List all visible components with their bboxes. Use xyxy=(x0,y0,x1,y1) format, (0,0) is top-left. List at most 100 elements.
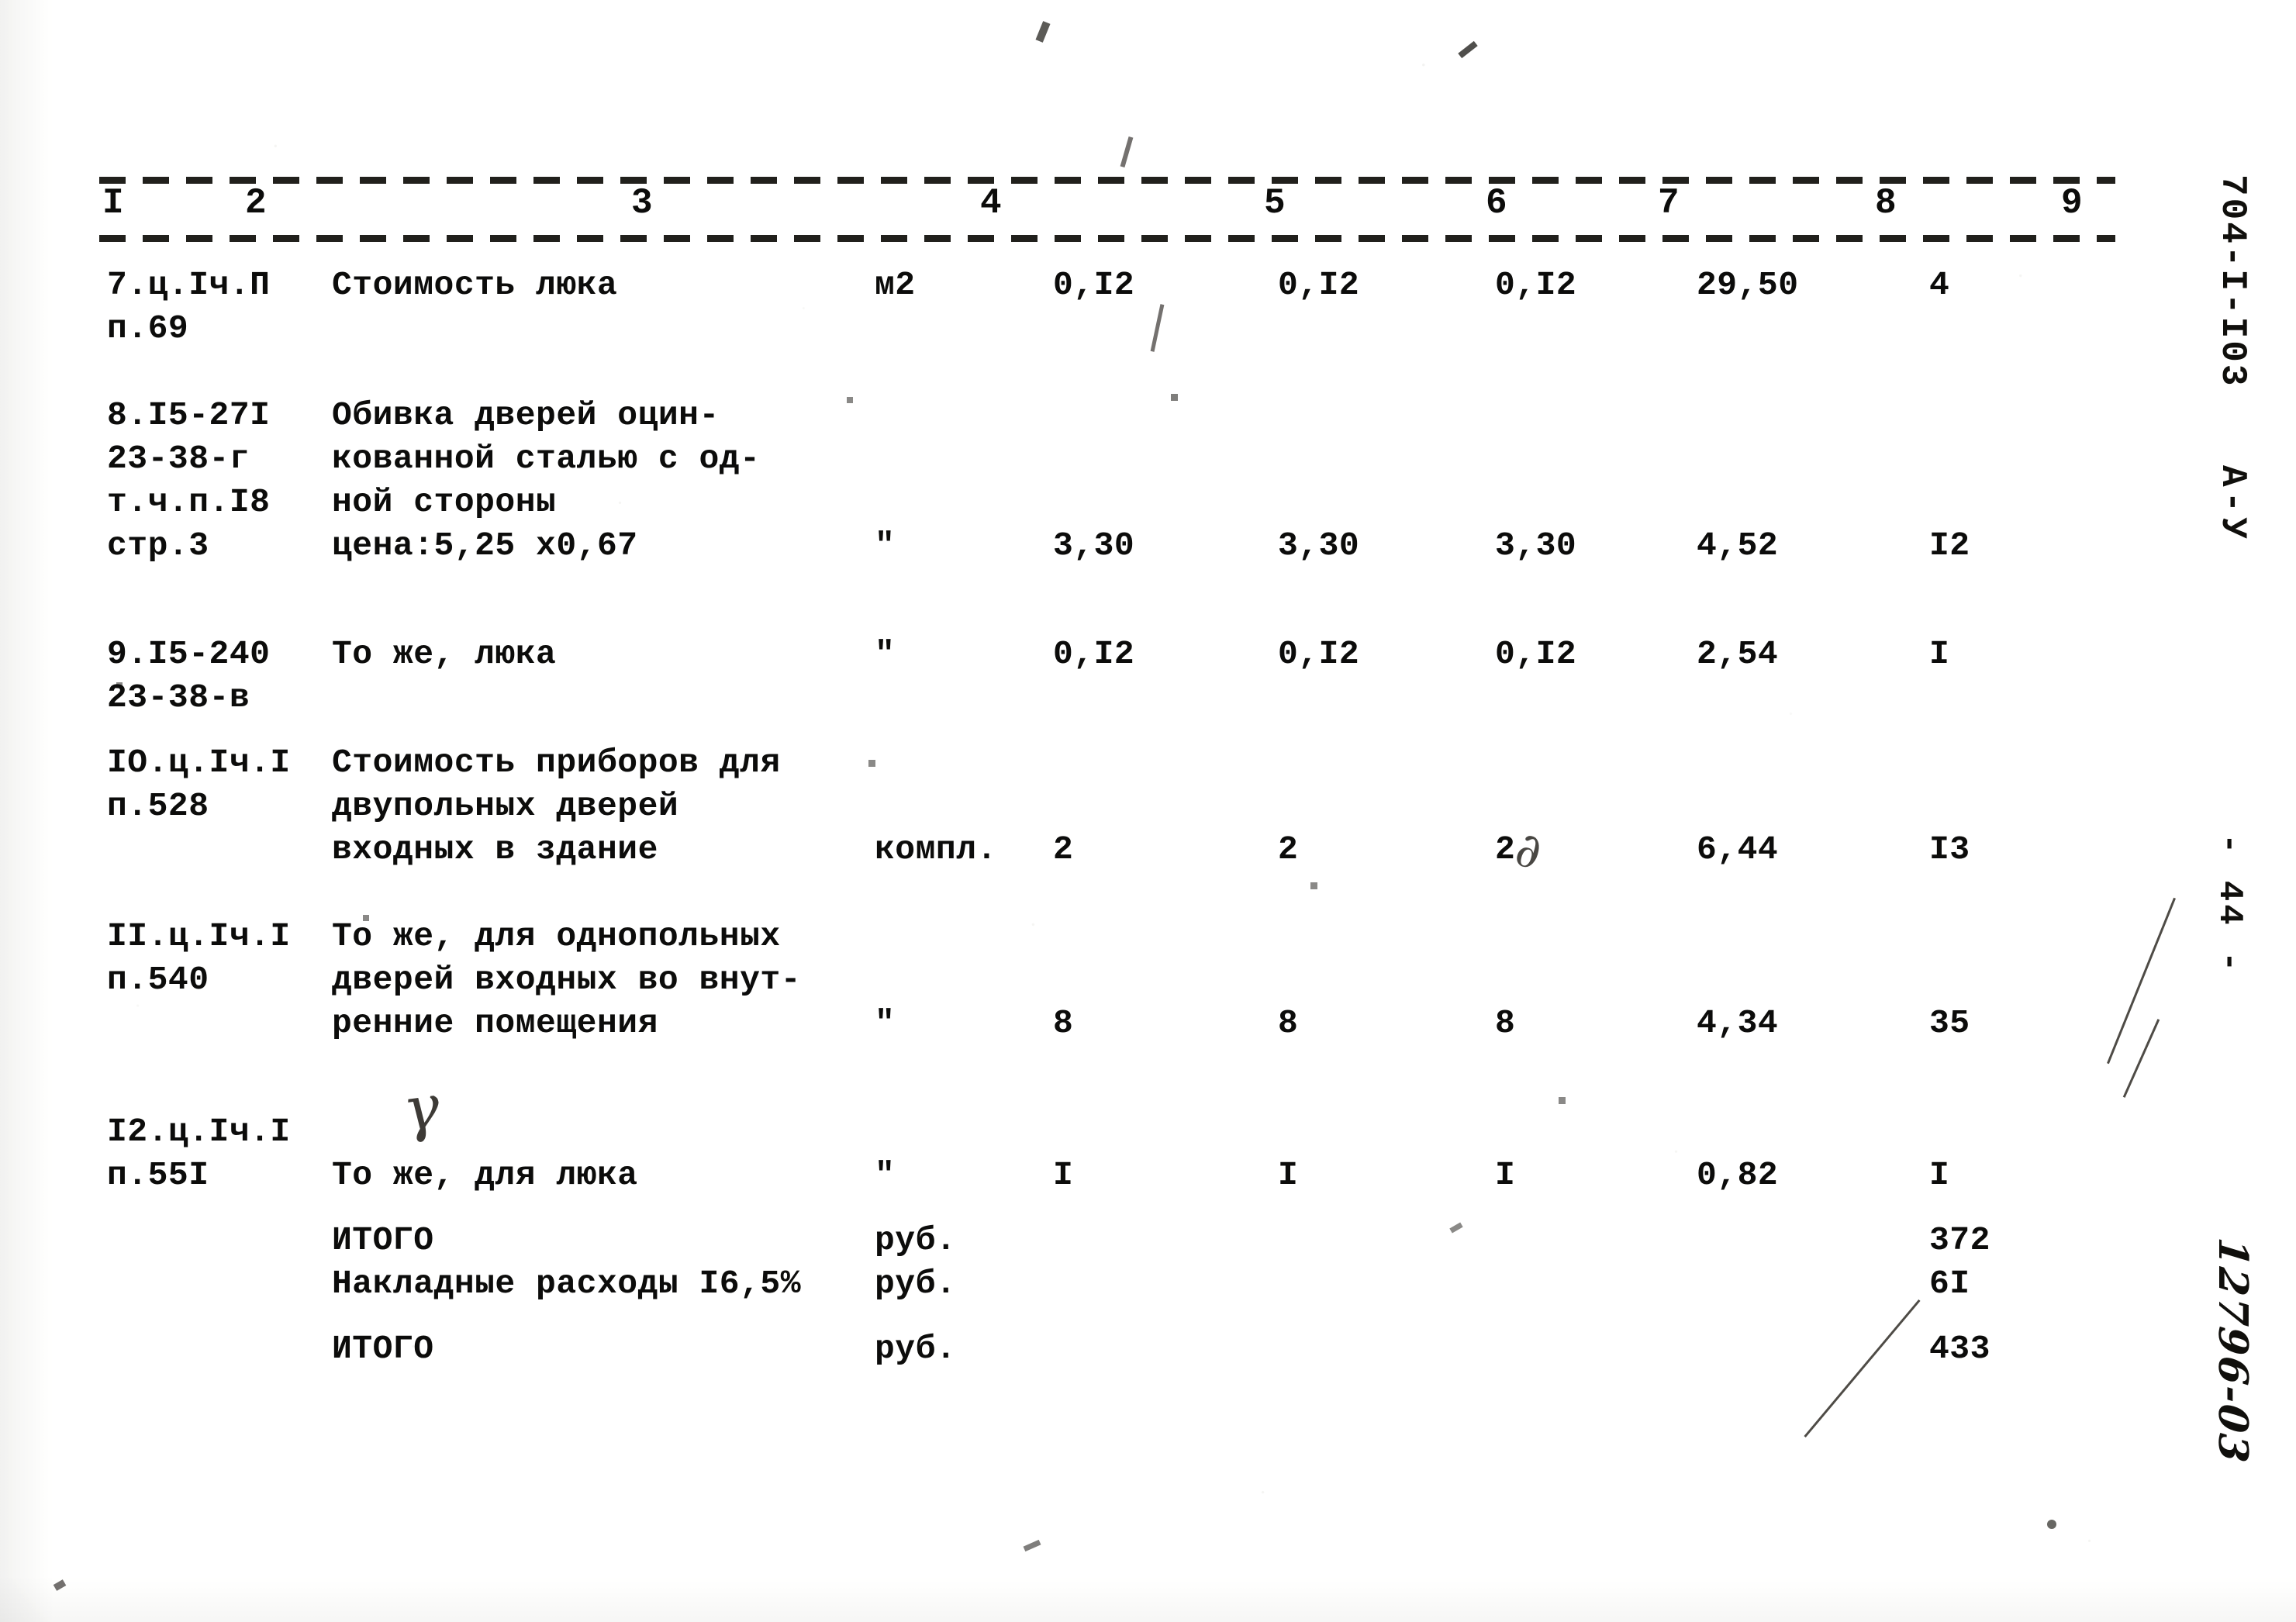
summary-unit: руб. xyxy=(875,1221,957,1259)
summary-blank-c7 xyxy=(1697,1219,1929,1262)
row-gap xyxy=(99,1089,2115,1110)
margin-handwritten-code: 12796-03 xyxy=(2209,1235,2256,1466)
table-row: II.ц.Iч.I п.540 То же, для однопольных д… xyxy=(99,915,2115,1045)
summary-blank xyxy=(99,1327,332,1371)
summary-label: ИТОГО xyxy=(332,1330,434,1368)
ink-speck xyxy=(1120,136,1134,168)
row-value-col5: I xyxy=(1053,1156,1074,1194)
row-description: То же, для люка xyxy=(332,1156,638,1194)
summary-total: 433 xyxy=(1929,1330,1990,1368)
row-code: II.ц.Iч.I п.540 xyxy=(107,917,291,999)
table-row: 7.ц.Iч.П п.69 Стоимость люка м2 0,I2 0,I… xyxy=(99,264,2115,350)
row-value-col8: 0,82 xyxy=(1697,1156,1779,1194)
ink-speck xyxy=(53,1579,67,1591)
row-unit: " xyxy=(875,526,896,564)
table-row: 9.I5-240 23-38-в То же, люка " 0,I2 0,I2… xyxy=(99,633,2115,720)
summary-unit: руб. xyxy=(875,1265,957,1303)
row-code: I2.ц.Iч.I п.55I xyxy=(107,1113,291,1194)
summary-blank xyxy=(99,1219,332,1262)
row-description: Стоимость приборов для двупольных дверей… xyxy=(332,744,781,868)
row-gap xyxy=(99,871,2115,915)
summary-blank-c4 xyxy=(1053,1262,1278,1306)
summary-blank-c5 xyxy=(1278,1262,1495,1306)
row-value-col7: 0,I2 xyxy=(1495,266,1577,304)
row-value-col7: 8 xyxy=(1495,1004,1516,1042)
row-value-col9: 4 xyxy=(1929,266,1950,304)
pencil-stroke xyxy=(2122,1019,2160,1098)
summary-unit: руб. xyxy=(875,1330,957,1368)
row-unit: " xyxy=(875,635,896,673)
scan-edge-shadow xyxy=(0,0,54,1622)
row-gap xyxy=(99,1197,2115,1219)
summary-blank-c6 xyxy=(1495,1327,1697,1371)
row-unit: м2 xyxy=(875,266,916,304)
row-value-col6: 0,I2 xyxy=(1278,266,1360,304)
row-value-col5: 3,30 xyxy=(1053,526,1135,564)
row-value-col6: I xyxy=(1278,1156,1299,1194)
summary-row: Накладные расходы I6,5% руб. 6I xyxy=(99,1262,2115,1306)
summary-blank-c6 xyxy=(1495,1219,1697,1262)
column-header-4: 4 xyxy=(980,183,1003,223)
summary-blank-c6 xyxy=(1495,1262,1697,1306)
column-header-1: I xyxy=(102,183,125,223)
row-gap xyxy=(99,242,2115,264)
row-value-col8: 6,44 xyxy=(1697,830,1779,868)
row-gap xyxy=(99,1306,2115,1327)
row-value-col6: 2 xyxy=(1278,830,1299,868)
row-value-col5: 0,I2 xyxy=(1053,266,1135,304)
row-value-col6: 3,30 xyxy=(1278,526,1360,564)
margin-document-subcode: А-У xyxy=(2212,465,2253,544)
row-description: Стоимость люка xyxy=(332,266,618,304)
row-value-col8: 4,34 xyxy=(1697,1004,1779,1042)
row-value-col9: 35 xyxy=(1929,1004,1970,1042)
row-gap xyxy=(99,720,2115,741)
table-body: 7.ц.Iч.П п.69 Стоимость люка м2 0,I2 0,I… xyxy=(99,242,2115,1371)
ink-speck xyxy=(1458,40,1478,59)
summary-blank xyxy=(99,1262,332,1306)
row-gap xyxy=(99,568,2115,611)
ink-speck xyxy=(1035,21,1051,43)
column-header-9: 9 xyxy=(2061,183,2084,223)
column-header-5: 5 xyxy=(1264,183,1286,223)
row-value-col8: 29,50 xyxy=(1697,266,1799,304)
pencil-stroke xyxy=(2107,897,2176,1065)
row-description: То же, для однопольных дверей входных во… xyxy=(332,917,801,1042)
column-header-8: 8 xyxy=(1875,183,1897,223)
table-row: I2.ц.Iч.I п.55I То же, для люка " I I I … xyxy=(99,1110,2115,1197)
summary-row: ИТОГО руб. 433 xyxy=(99,1327,2115,1371)
row-value-col7: I xyxy=(1495,1156,1516,1194)
row-value-col5: 2 xyxy=(1053,830,1074,868)
row-value-col7: 2 xyxy=(1495,830,1516,868)
row-unit: " xyxy=(875,1004,896,1042)
summary-row: ИТОГО руб. 372 xyxy=(99,1219,2115,1262)
row-code: 9.I5-240 23-38-в xyxy=(107,635,271,716)
table-top-dashed-rule xyxy=(99,177,2115,184)
row-code: 8.I5-27I 23-38-г т.ч.п.I8 стр.3 xyxy=(107,396,271,564)
row-value-col8: 4,52 xyxy=(1697,526,1779,564)
row-gap xyxy=(99,1045,2115,1089)
row-value-col7: 3,30 xyxy=(1495,526,1577,564)
row-unit: компл. xyxy=(875,830,997,868)
summary-blank-c7 xyxy=(1697,1327,1929,1371)
table-row: 8.I5-27I 23-38-г т.ч.п.I8 стр.3 Обивка д… xyxy=(99,394,2115,568)
table-row: IO.ц.Iч.I п.528 Стоимость приборов для д… xyxy=(99,741,2115,871)
margin-document-id: 704-I-I03 xyxy=(2212,174,2253,388)
summary-blank-c5 xyxy=(1278,1327,1495,1371)
row-value-col5: 8 xyxy=(1053,1004,1074,1042)
summary-blank-c7 xyxy=(1697,1262,1929,1306)
column-header-6: 6 xyxy=(1486,183,1508,223)
scan-edge-shadow-bottom xyxy=(0,1575,2296,1622)
summary-total: 6I xyxy=(1929,1265,1970,1303)
summary-label: Накладные расходы I6,5% xyxy=(332,1265,801,1303)
margin-page-number: - 44 - xyxy=(2210,833,2249,975)
ink-speck xyxy=(2047,1520,2056,1529)
row-value-col6: 0,I2 xyxy=(1278,635,1360,673)
scanned-document-page: ∂ γ I 2 3 4 5 6 7 8 9 7.ц.Iч.П п.69 Стои… xyxy=(0,0,2296,1622)
row-value-col9: I2 xyxy=(1929,526,1970,564)
row-value-col9: I xyxy=(1929,635,1950,673)
row-gap xyxy=(99,611,2115,633)
row-value-col9: I3 xyxy=(1929,830,1970,868)
row-value-col5: 0,I2 xyxy=(1053,635,1135,673)
column-header-2: 2 xyxy=(245,183,268,223)
table-column-header-row: I 2 3 4 5 6 7 8 9 xyxy=(99,184,2115,235)
